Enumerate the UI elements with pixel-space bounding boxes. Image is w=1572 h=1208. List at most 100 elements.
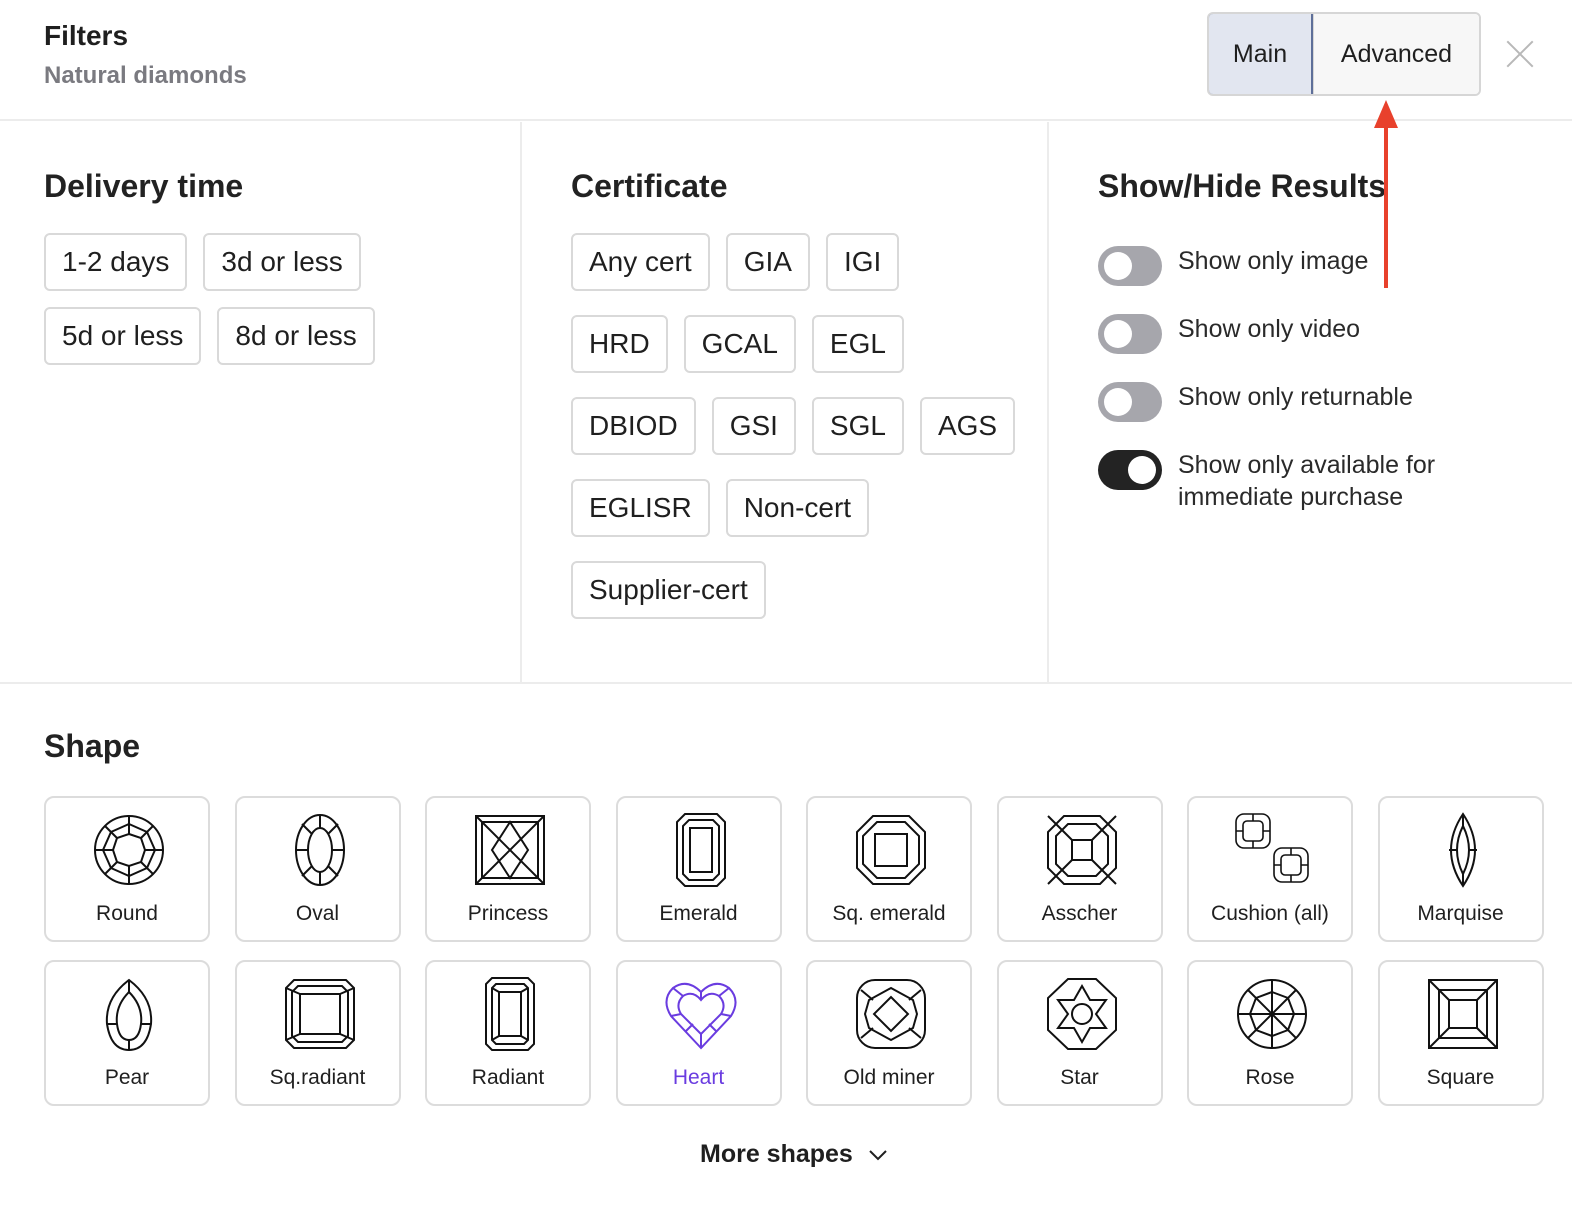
toggle-switch[interactable] (1098, 382, 1162, 422)
shape-card-sq-emerald[interactable]: Sq. emerald (806, 796, 972, 942)
toggle-switch[interactable] (1098, 246, 1162, 286)
shape-card-pear[interactable]: Pear (44, 960, 210, 1106)
round-diamond-icon (94, 815, 164, 885)
toggle-row: Show only available for immediate purcha… (1098, 450, 1558, 513)
more-shapes-label: More shapes (700, 1140, 853, 1168)
page-title: Filters (44, 20, 129, 51)
delivery-option[interactable]: 8d or less (217, 307, 375, 365)
filter-mode-toggle: Main Advanced (1207, 12, 1481, 96)
annotation-arrow-icon (1374, 100, 1398, 288)
toggle-switch[interactable] (1098, 450, 1162, 490)
princess-diamond-icon (475, 815, 545, 885)
shape-label: Radiant (471, 1066, 545, 1089)
shape-card-round[interactable]: Round (44, 796, 210, 942)
shape-label: Oval (295, 902, 340, 925)
delivery-option[interactable]: 3d or less (203, 233, 361, 291)
shape-label: Sq.radiant (269, 1066, 366, 1089)
shape-label: Square (1426, 1066, 1495, 1089)
shape-label: Star (1060, 1066, 1099, 1089)
show-hide-results-panel: Show/Hide Results Show only image Show o… (1049, 122, 1572, 684)
shape-label: Heart (672, 1066, 725, 1089)
shape-card-square[interactable]: Square (1377, 960, 1544, 1106)
chevron-down-icon (869, 1149, 887, 1160)
certificate-title: Certificate (571, 168, 728, 204)
cert-option[interactable]: GCAL (683, 315, 796, 373)
toggle-label: Show only video (1178, 315, 1361, 343)
delivery-options: 1-2 days 3d or less 5d or less 8d or les… (44, 233, 464, 365)
shape-card-marquise[interactable]: Marquise (1377, 796, 1544, 942)
cert-option[interactable]: EGL (811, 315, 904, 373)
shape-label: Asscher (1041, 902, 1118, 925)
cert-option[interactable]: Any cert (571, 233, 710, 291)
square-diamond-icon (1427, 979, 1498, 1049)
toggle-label: Show only available for immediate purcha… (1178, 451, 1436, 511)
certificate-options: Any cert GIA IGI HRD GCAL EGL DBIOD GSI … (571, 233, 1016, 619)
shape-label: Emerald (659, 902, 738, 925)
shape-title: Shape (44, 728, 141, 764)
more-shapes-button[interactable]: More shapes (700, 1140, 889, 1169)
close-icon[interactable] (1500, 34, 1540, 74)
shape-card-heart[interactable]: Heart (615, 960, 782, 1106)
oval-diamond-icon (294, 814, 345, 886)
shape-label: Cushion (all) (1211, 902, 1329, 925)
toggle-label: Show only returnable (1178, 383, 1413, 411)
emerald-diamond-icon (675, 813, 726, 887)
star-diamond-icon (1046, 978, 1117, 1050)
shape-label: Marquise (1417, 902, 1504, 925)
shape-card-radiant[interactable]: Radiant (425, 960, 591, 1106)
filters-header: Filters Natural diamonds Main Advanced (0, 0, 1572, 121)
cert-option[interactable]: SGL (811, 397, 904, 455)
shape-label: Pear (104, 1066, 150, 1089)
toggle-switch[interactable] (1098, 314, 1162, 354)
heart-diamond-icon (665, 982, 736, 1050)
cert-option[interactable]: AGS (919, 397, 1016, 455)
shape-label: Old miner (843, 1066, 935, 1089)
toggle-row: Show only video (1098, 314, 1558, 354)
rose-diamond-icon (1237, 979, 1307, 1049)
toggle-row: Show only returnable (1098, 382, 1558, 422)
shape-card-emerald[interactable]: Emerald (615, 796, 782, 942)
shape-card-old-miner[interactable]: Old miner (806, 960, 972, 1106)
shape-card-rose[interactable]: Rose (1187, 960, 1353, 1106)
delivery-time-title: Delivery time (44, 168, 244, 204)
tab-main[interactable]: Main (1209, 14, 1313, 94)
toggle-row: Show only image (1098, 246, 1558, 286)
tab-advanced[interactable]: Advanced (1313, 14, 1479, 94)
toggle-label: Show only image (1178, 247, 1369, 275)
shape-card-princess[interactable]: Princess (425, 796, 591, 942)
results-toggles: Show only image Show only video Show onl… (1098, 246, 1558, 541)
page-subtitle: Natural diamonds (44, 62, 247, 89)
cert-option[interactable]: IGI (825, 233, 900, 291)
cert-option[interactable]: GSI (711, 397, 796, 455)
shape-card-asscher[interactable]: Asscher (996, 796, 1163, 942)
shape-label: Princess (467, 902, 549, 925)
asscher-diamond-icon (1046, 815, 1117, 885)
shape-label: Rose (1245, 1066, 1295, 1089)
cert-option[interactable]: HRD (571, 315, 668, 373)
certificate-panel: Certificate Any cert GIA IGI HRD GCAL EG… (522, 122, 1049, 684)
shape-card-oval[interactable]: Oval (234, 796, 401, 942)
cert-option[interactable]: GIA (725, 233, 810, 291)
cushion-diamond-icon (1235, 813, 1309, 883)
cert-option[interactable]: EGLISR (571, 479, 710, 537)
shape-label: Round (96, 902, 158, 925)
cert-option[interactable]: Non-cert (725, 479, 870, 537)
delivery-option[interactable]: 5d or less (44, 307, 202, 365)
square-radiant-diamond-icon (284, 979, 355, 1049)
pear-diamond-icon (105, 978, 153, 1052)
square-emerald-diamond-icon (856, 815, 926, 885)
cert-option[interactable]: DBIOD (571, 397, 696, 455)
marquise-diamond-icon (1448, 812, 1477, 888)
old-miner-diamond-icon (856, 979, 926, 1049)
filters-top-section: Delivery time 1-2 days 3d or less 5d or … (0, 122, 1572, 684)
shape-grid: Round Oval Princess Emerald Sq. emerald (44, 796, 1544, 1106)
delivery-time-panel: Delivery time 1-2 days 3d or less 5d or … (0, 122, 522, 684)
shape-card-star[interactable]: Star (996, 960, 1163, 1106)
show-hide-results-title: Show/Hide Results (1098, 168, 1387, 204)
shape-card-sq-radiant[interactable]: Sq.radiant (234, 960, 401, 1106)
cert-option[interactable]: Supplier-cert (571, 561, 766, 619)
shape-label: Sq. emerald (832, 902, 946, 925)
radiant-diamond-icon (485, 977, 535, 1051)
delivery-option[interactable]: 1-2 days (44, 233, 188, 291)
shape-card-cushion[interactable]: Cushion (all) (1187, 796, 1353, 942)
